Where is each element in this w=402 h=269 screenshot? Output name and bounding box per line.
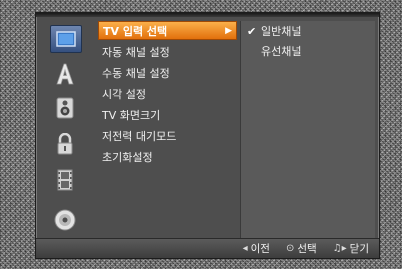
menu-item-time-setting[interactable]: 시각 설정 [98,84,237,103]
category-language[interactable] [50,61,80,87]
check-icon: ✔ [247,24,257,38]
menu-item-label: 저전력 대기모드 [102,129,177,143]
menu-item-reset[interactable]: 초기화설정 [98,147,237,166]
film-icon [57,169,73,191]
audio-speaker-icon [56,97,74,119]
category-video[interactable] [50,167,80,193]
left-arrow-icon: ◂ [242,243,248,254]
hint-back[interactable]: ◂ 이전 [243,241,270,256]
category-disc[interactable] [50,207,80,233]
button-hint-bar: ◂ 이전 ⊙ 선택 ♫▸ 닫기 [36,238,379,258]
menu-item-label: 초기화설정 [102,150,153,164]
language-icon [56,63,74,85]
menu-item-low-power-standby[interactable]: 저전력 대기모드 [98,126,237,145]
hint-close-label: 닫기 [349,243,369,255]
menu-top-strip [36,13,379,17]
enter-icon: ⊙ [285,243,295,254]
menu-item-auto-channel[interactable]: 자동 채널 설정 [98,42,237,61]
submenu-item-cable-channel[interactable]: 유선채널 [247,42,369,60]
hint-select-label: 선택 [297,243,317,255]
menu-item-label: TV 화면크기 [102,108,161,122]
hint-back-label: 이전 [250,243,270,255]
submenu-item-label: 유선채널 [261,45,302,58]
category-parental-lock[interactable] [50,131,80,157]
hint-close[interactable]: ♫▸ 닫기 [333,241,369,256]
menu-item-label: 수동 채널 설정 [102,66,170,80]
hint-select[interactable]: ⊙ 선택 [286,241,317,256]
menu-item-label: TV 입력 선택 [103,24,168,38]
submenu-panel: ✔ 일반채널 유선채널 [240,21,375,239]
category-audio[interactable] [50,95,80,121]
setup-menu-list: TV 입력 선택 ▶ 자동 채널 설정 수동 채널 설정 시각 설정 TV 화면… [98,21,238,239]
submenu-item-label: 일반채널 [261,25,302,38]
category-icon-column [40,19,93,239]
menu-item-tv-aspect[interactable]: TV 화면크기 [98,105,237,124]
submenu-item-normal-channel[interactable]: ✔ 일반채널 [247,22,369,40]
menu-item-tv-input[interactable]: TV 입력 선택 ▶ [98,21,237,40]
tv-input-icon [56,31,76,47]
menu-item-manual-channel[interactable]: 수동 채널 설정 [98,63,237,82]
submenu-arrow-icon: ▶ [225,25,232,36]
menu-item-label: 자동 채널 설정 [102,45,170,59]
return-icon: ♫▸ [332,243,347,254]
disc-icon [54,209,76,231]
setup-menu-panel: TV 입력 선택 ▶ 자동 채널 설정 수동 채널 설정 시각 설정 TV 화면… [35,12,380,259]
lock-icon [57,133,73,155]
category-tv-input[interactable] [50,25,82,53]
menu-item-label: 시각 설정 [102,87,146,101]
